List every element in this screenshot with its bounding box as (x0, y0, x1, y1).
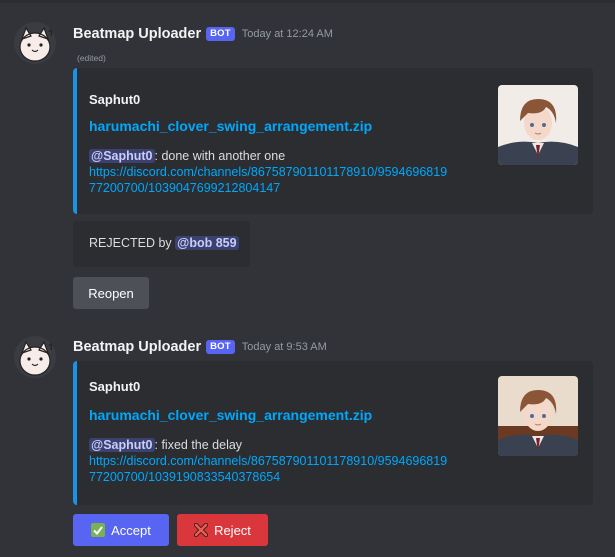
embed-text: : fixed the delay (154, 438, 243, 452)
cross-mark-icon (194, 523, 209, 537)
anime-boy-thumbnail[interactable] (498, 85, 578, 165)
embed-author[interactable]: Saphut0 (89, 379, 140, 394)
message-link[interactable]: https://discord.com/channels/86758790110… (89, 165, 447, 195)
timestamp[interactable]: Today at 12:24 AM (242, 28, 333, 40)
cat-avatar-icon[interactable] (14, 336, 56, 378)
rejected-text: REJECTED by (89, 236, 172, 250)
embed-text: : done with another one (154, 149, 286, 163)
reject-label: Reject (214, 522, 251, 538)
bot-badge: BOT (206, 340, 235, 354)
username[interactable]: Beatmap Uploader (73, 339, 201, 355)
message-header: Beatmap Uploader BOT Today at 9:53 AM (73, 337, 327, 357)
bot-badge: BOT (206, 27, 235, 41)
user-mention[interactable]: @Saphut0 (89, 149, 155, 163)
embed: Saphut0 harumachi_clover_swing_arrangeme… (73, 68, 593, 214)
embed-description: @Saphut0: done with another one https://… (89, 148, 489, 196)
reopen-button[interactable]: Reopen (73, 277, 149, 309)
user-mention[interactable]: @Saphut0 (89, 438, 155, 452)
embed-description: @Saphut0: fixed the delay https://discor… (89, 437, 489, 485)
accept-label: Accept (111, 522, 151, 538)
embed: Saphut0 harumachi_clover_swing_arrangeme… (73, 361, 593, 505)
accept-button[interactable]: Accept (73, 514, 169, 546)
message-header: Beatmap Uploader BOT Today at 12:24 AM (73, 24, 333, 44)
timestamp[interactable]: Today at 9:53 AM (242, 341, 327, 353)
cat-avatar-icon[interactable] (14, 22, 56, 64)
anime-boy-thumbnail[interactable] (498, 376, 578, 456)
reopen-label: Reopen (88, 285, 134, 301)
embed-title-link[interactable]: harumachi_clover_swing_arrangement.zip (89, 407, 372, 423)
check-mark-icon (91, 523, 106, 537)
user-mention[interactable]: @bob 859 (175, 236, 239, 250)
rejected-notice: REJECTED by @bob 859 (73, 221, 250, 267)
embed-title-link[interactable]: harumachi_clover_swing_arrangement.zip (89, 118, 372, 134)
username[interactable]: Beatmap Uploader (73, 26, 201, 42)
embed-author[interactable]: Saphut0 (89, 92, 140, 107)
edited-label: (edited) (77, 53, 106, 63)
message-link[interactable]: https://discord.com/channels/86758790110… (89, 454, 447, 484)
reject-button[interactable]: Reject (177, 514, 268, 546)
top-divider (0, 0, 615, 3)
